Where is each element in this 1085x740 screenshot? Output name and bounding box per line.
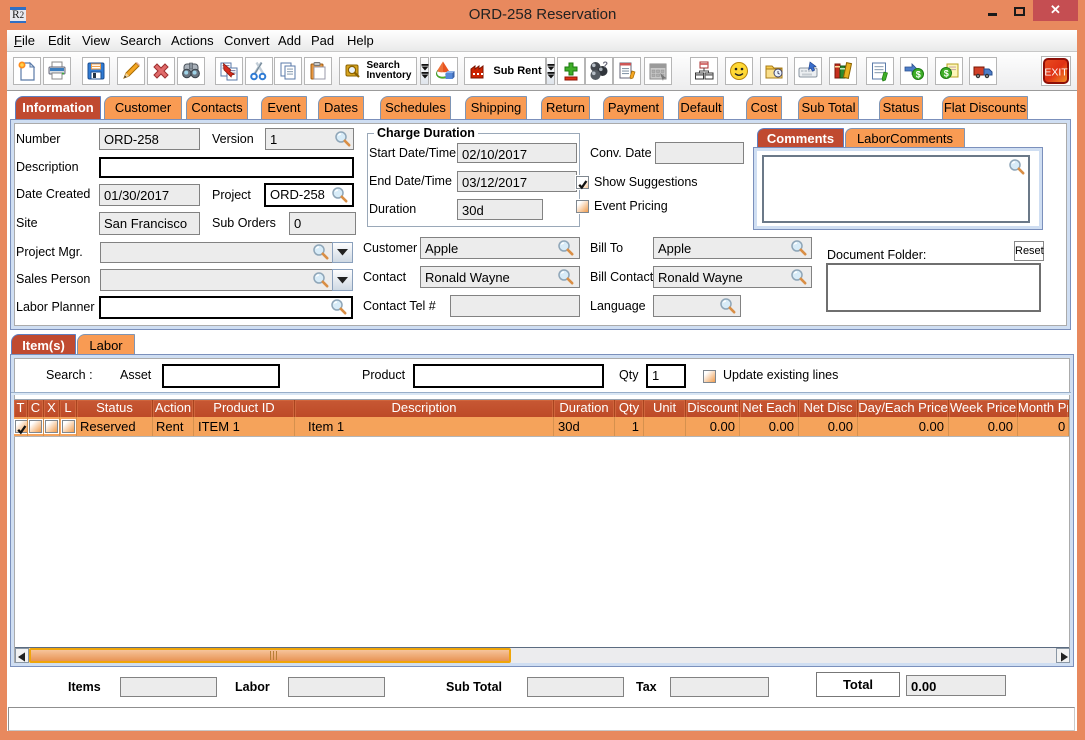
- svg-text:$: $: [944, 69, 949, 79]
- svg-text:?: ?: [603, 60, 609, 70]
- svg-text:$: $: [916, 70, 921, 80]
- svg-text:EXIT: EXIT: [1044, 67, 1068, 79]
